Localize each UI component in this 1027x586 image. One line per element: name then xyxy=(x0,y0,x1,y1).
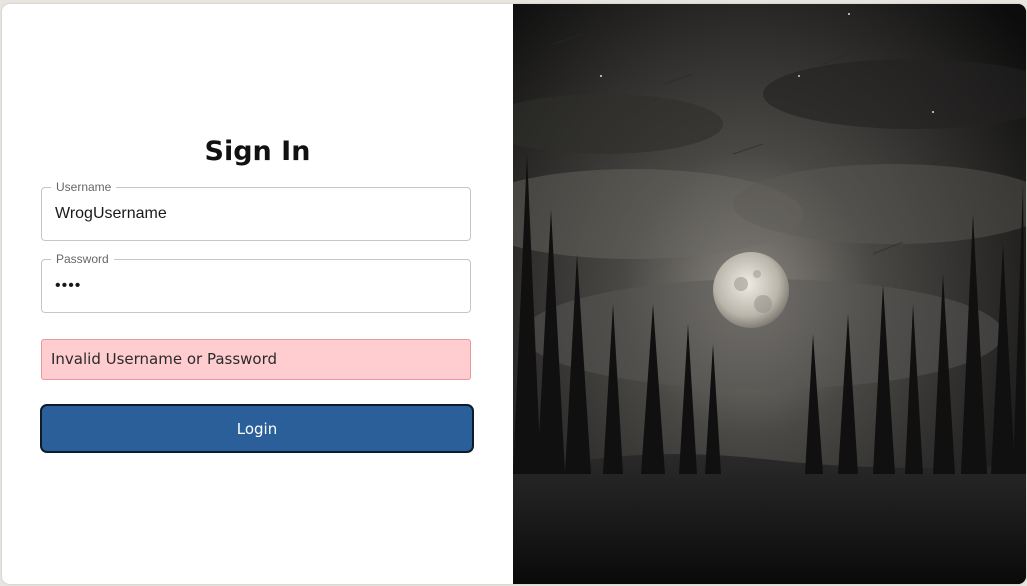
hero-image xyxy=(513,4,1026,584)
password-input[interactable] xyxy=(55,260,455,312)
moonlit-forest-illustration xyxy=(513,4,1026,584)
page-title: Sign In xyxy=(204,136,311,167)
login-window: Sign In Username Password Invalid Userna… xyxy=(2,4,1026,584)
username-input[interactable] xyxy=(55,188,455,240)
login-button[interactable]: Login xyxy=(40,404,474,453)
password-field[interactable]: Password xyxy=(41,252,471,313)
username-field[interactable]: Username xyxy=(41,180,471,241)
error-alert: Invalid Username or Password xyxy=(41,339,471,380)
sign-in-panel: Sign In Username Password Invalid Userna… xyxy=(2,4,513,584)
